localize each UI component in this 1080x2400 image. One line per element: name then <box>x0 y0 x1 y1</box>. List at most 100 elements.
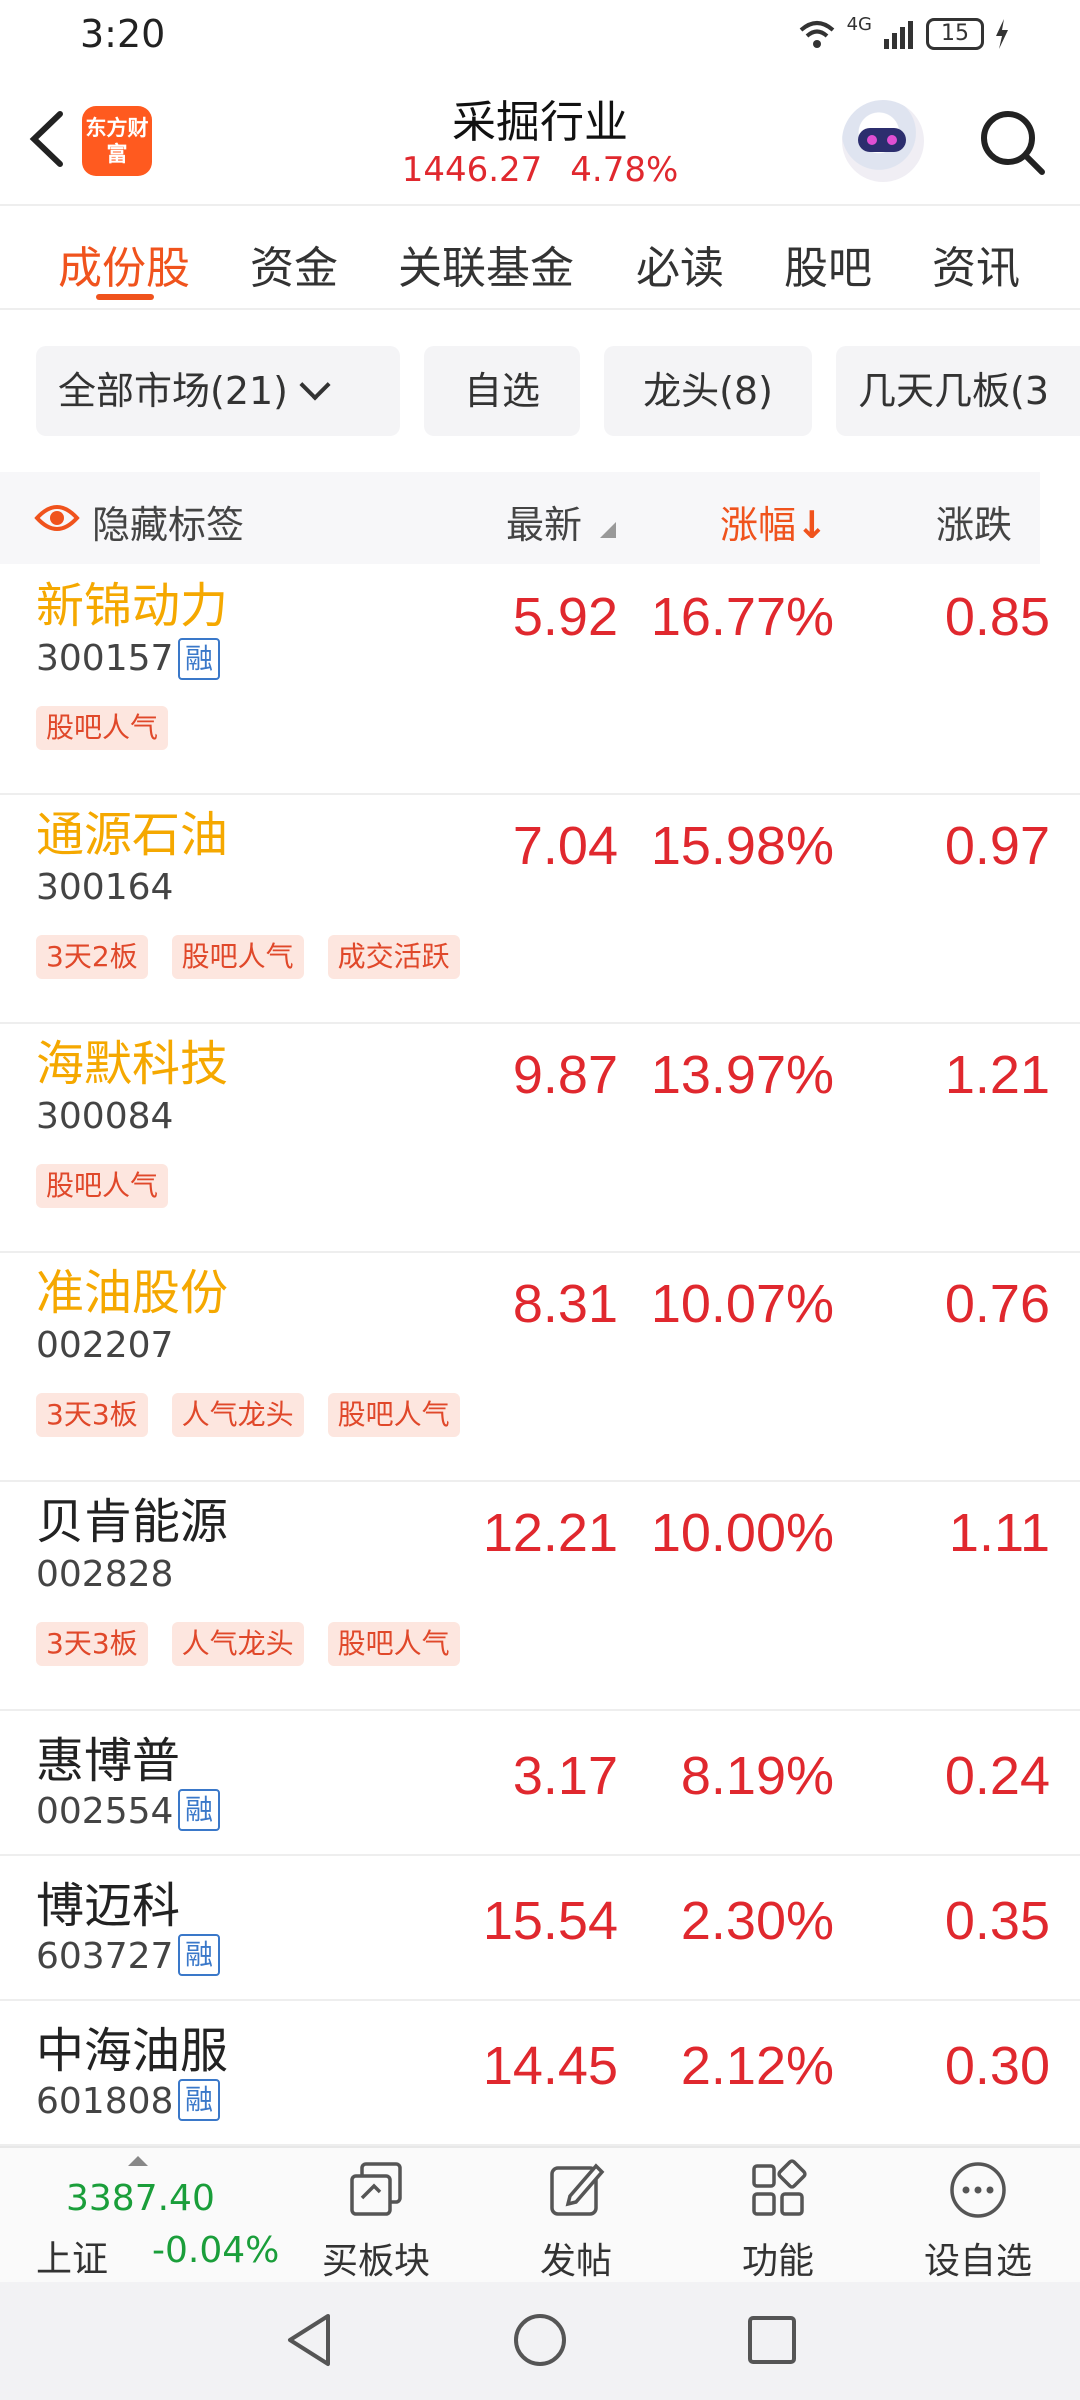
sector-index-value: 1446.27 <box>401 150 543 190</box>
change-amount: 0.24 <box>944 1746 1050 1806</box>
stock-code: 002554 <box>36 1791 174 1832</box>
latest-price: 14.45 <box>482 2036 618 2096</box>
wifi-icon <box>799 21 834 48</box>
stock-name: 惠博普 <box>36 1733 181 1789</box>
recents-square-icon[interactable] <box>742 2310 802 2370</box>
stock-row[interactable]: 新锦动力 300157 融 股吧人气 5.92 16.77% 0.85 <box>0 566 1080 795</box>
filter-leaders[interactable]: 龙头(8) <box>604 346 812 436</box>
index-name: 上证 <box>36 2239 109 2280</box>
filter-all-markets[interactable]: 全部市场(21) <box>36 346 400 436</box>
nav-functions[interactable]: 功能 <box>698 2158 858 2284</box>
change-amount: 0.97 <box>944 816 1050 876</box>
change-amount: 1.21 <box>944 1045 1050 1105</box>
stock-row[interactable]: 贝肯能源 002828 3天3板 人气龙头 股吧人气 12.21 10.00% … <box>0 1482 1080 1711</box>
stock-row[interactable]: 惠博普 002554 融 3.17 8.19% 0.24 <box>0 1711 1080 1856</box>
stock-code: 002828 <box>36 1554 174 1595</box>
tag[interactable]: 成交活跃 <box>327 935 460 979</box>
stock-name: 通源石油 <box>36 807 229 863</box>
tag[interactable]: 人气龙头 <box>171 1393 304 1437</box>
filter-all-markets-label: 全部市场(21) <box>58 369 289 413</box>
filter-bar: 全部市场(21) 自选 龙头(8) 几天几板(3 <box>0 346 1080 436</box>
sort-indicator-icon <box>600 522 616 538</box>
tag[interactable]: 人气龙头 <box>171 1622 304 1666</box>
latest-price: 9.87 <box>512 1045 618 1105</box>
column-change[interactable]: 涨跌 <box>936 494 1012 549</box>
change-pct: 10.00% <box>650 1503 834 1563</box>
change-amount: 0.76 <box>944 1274 1050 1334</box>
change-pct: 13.97% <box>650 1045 834 1105</box>
status-time: 3:20 <box>80 12 166 56</box>
tab-must-read[interactable]: 必读 <box>636 232 724 296</box>
chevron-down-icon <box>299 369 331 401</box>
tag[interactable]: 股吧人气 <box>36 706 169 750</box>
stock-code: 603727 <box>36 1936 174 1977</box>
tag[interactable]: 股吧人气 <box>36 1164 169 1208</box>
stock-list: 新锦动力 300157 融 股吧人气 5.92 16.77% 0.85 通源石油… <box>0 566 1080 2146</box>
tag[interactable]: 股吧人气 <box>171 935 304 979</box>
network-label: 4G <box>846 13 872 35</box>
stock-row[interactable]: 中海油服 601808 融 14.45 2.12% 0.30 <box>0 2001 1080 2146</box>
status-bar: 3:20 4G 15 <box>0 0 1080 72</box>
change-pct: 10.07% <box>650 1274 834 1334</box>
system-nav-bar <box>0 2282 1080 2400</box>
change-amount: 0.85 <box>944 587 1050 647</box>
sort-desc-arrow-icon: ↓ <box>796 503 828 547</box>
grid-icon <box>752 2159 807 2216</box>
tab-constituents[interactable]: 成份股 <box>58 232 190 296</box>
header-bar: 东方财富 采掘行业 1446.27 4.78% <box>0 72 1080 206</box>
nav-add-watchlist-label: 设自选 <box>923 2241 1032 2282</box>
stock-row[interactable]: 海默科技 300084 股吧人气 9.87 13.97% 1.21 <box>0 1024 1080 1253</box>
tag[interactable]: 3天2板 <box>36 935 148 979</box>
home-circle-icon[interactable] <box>510 2310 570 2370</box>
tag-list: 3天2板 股吧人气 成交活跃 <box>36 935 460 979</box>
tag-list: 股吧人气 <box>36 1164 169 1208</box>
sector-index-change: 4.78% <box>570 150 679 190</box>
robot-assistant-icon[interactable] <box>842 100 924 182</box>
tab-bar: 成份股 资金 关联基金 必读 股吧 资讯 <box>0 208 1080 310</box>
stock-name: 贝肯能源 <box>36 1494 229 1550</box>
stock-row[interactable]: 准油股份 002207 3天3板 人气龙头 股吧人气 8.31 10.07% 0… <box>0 1253 1080 1482</box>
charging-icon <box>996 19 1008 49</box>
tab-forum[interactable]: 股吧 <box>784 232 872 296</box>
more-icon <box>950 2162 1006 2218</box>
latest-price: 8.31 <box>512 1274 618 1334</box>
nav-buy-sector[interactable]: 买板块 <box>296 2158 456 2284</box>
stock-code: 300084 <box>36 1096 174 1137</box>
signal-icon <box>884 21 913 49</box>
stock-name: 中海油服 <box>36 2023 229 2079</box>
margin-badge: 融 <box>178 1789 220 1831</box>
edit-icon <box>550 2163 605 2216</box>
tab-related-funds[interactable]: 关联基金 <box>398 232 574 296</box>
filter-watchlist[interactable]: 自选 <box>424 346 580 436</box>
filter-consecutive-limit[interactable]: 几天几板(3 <box>836 346 1080 436</box>
column-latest[interactable]: 最新 <box>506 494 582 549</box>
back-triangle-icon[interactable] <box>282 2310 338 2370</box>
battery-icon: 15 <box>926 18 984 50</box>
tab-news[interactable]: 资讯 <box>932 232 1020 296</box>
tag[interactable]: 3天3板 <box>36 1622 148 1666</box>
tag[interactable]: 3天3板 <box>36 1393 148 1437</box>
change-amount: 1.11 <box>948 1503 1050 1563</box>
margin-badge: 融 <box>178 2079 220 2121</box>
latest-price: 3.17 <box>512 1746 618 1806</box>
eye-icon[interactable] <box>34 502 80 534</box>
nav-post[interactable]: 发帖 <box>496 2158 656 2284</box>
active-tab-indicator <box>96 294 154 300</box>
change-pct: 8.19% <box>680 1746 834 1806</box>
stock-row[interactable]: 博迈科 603727 融 15.54 2.30% 0.35 <box>0 1856 1080 2001</box>
hide-tags-toggle[interactable]: 隐藏标签 <box>92 494 244 549</box>
margin-badge: 融 <box>178 638 220 680</box>
status-icons: 4G 15 <box>797 14 1010 50</box>
tab-funds[interactable]: 资金 <box>250 232 338 296</box>
latest-price: 7.04 <box>512 816 618 876</box>
stock-row[interactable]: 通源石油 300164 3天2板 股吧人气 成交活跃 7.04 15.98% 0… <box>0 795 1080 1024</box>
tag[interactable]: 股吧人气 <box>327 1393 460 1437</box>
nav-add-watchlist[interactable]: 设自选 <box>898 2158 1058 2284</box>
stock-name: 海默科技 <box>36 1036 229 1092</box>
column-change-pct[interactable]: 涨幅↓ <box>720 494 828 549</box>
change-pct: 2.30% <box>680 1891 834 1951</box>
search-icon[interactable] <box>976 106 1048 178</box>
tag[interactable]: 股吧人气 <box>327 1622 460 1666</box>
latest-price: 12.21 <box>482 1503 618 1563</box>
index-change: -0.04% <box>152 2230 280 2271</box>
